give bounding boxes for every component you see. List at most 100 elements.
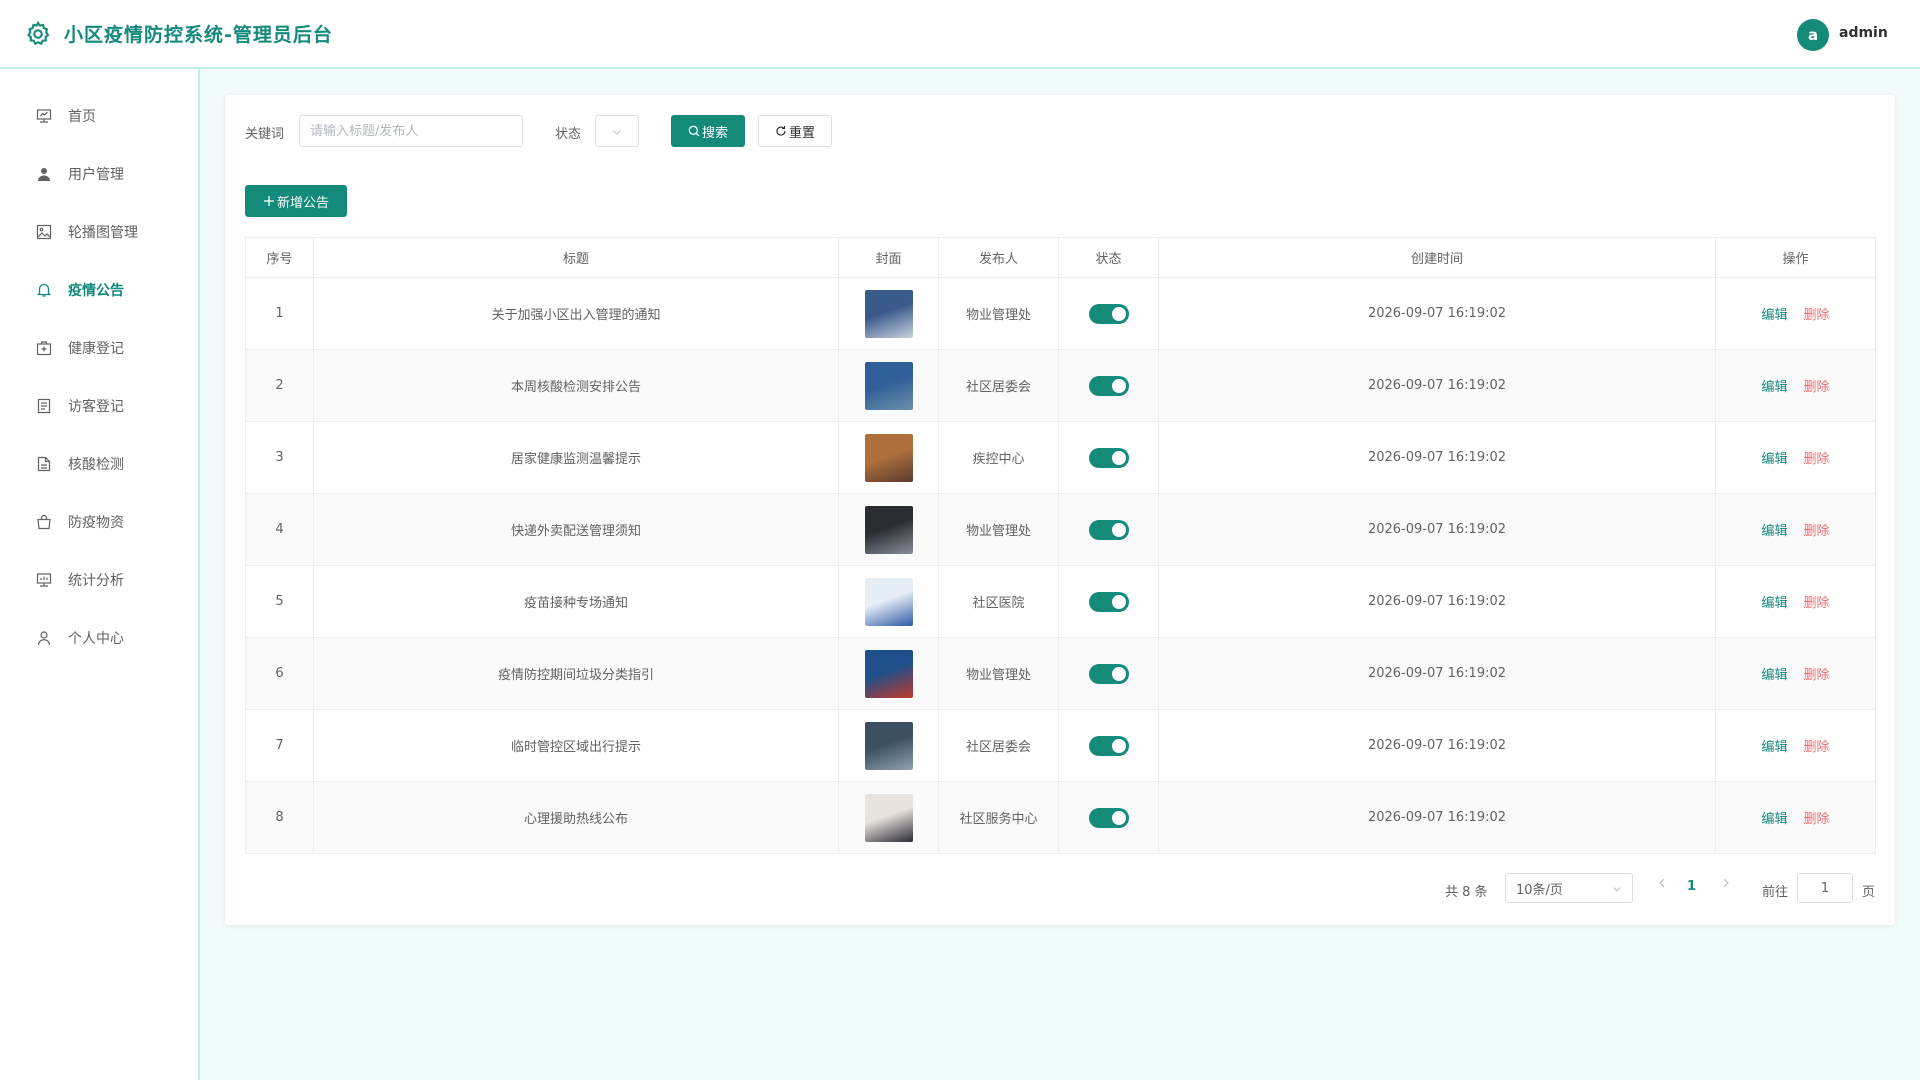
cell-title: 快递外卖配送管理须知: [313, 493, 839, 566]
cell-cover: [838, 565, 939, 638]
edit-button[interactable]: 编辑: [1761, 812, 1787, 827]
search-icon: [688, 125, 700, 137]
sidebar-item-nucleic-test[interactable]: 核酸检测: [0, 435, 198, 493]
document-icon: [37, 456, 51, 472]
next-page-button[interactable]: [1717, 877, 1735, 899]
column-header-index: 序号: [245, 237, 314, 278]
edit-button[interactable]: 编辑: [1761, 452, 1787, 467]
cover-hotline[interactable]: [864, 793, 913, 842]
reset-button[interactable]: 重置: [758, 115, 832, 147]
sidebar-item-supplies[interactable]: 防疫物资: [0, 493, 198, 551]
edit-button[interactable]: 编辑: [1761, 596, 1787, 611]
image-icon: [36, 224, 52, 240]
delete-button[interactable]: 删除: [1804, 308, 1830, 323]
cell-cover: [838, 277, 939, 350]
cover-entrance-checkpoint[interactable]: [864, 289, 913, 338]
search-button[interactable]: 搜索: [671, 115, 745, 147]
status-select[interactable]: [595, 115, 639, 147]
cover-control-area[interactable]: [864, 721, 913, 770]
document-list-icon: [37, 398, 51, 414]
status-toggle[interactable]: [1088, 807, 1129, 828]
cell-title: 本周核酸检测安排公告: [313, 349, 839, 422]
cell-created: 2026-09-07 16:19:02: [1158, 493, 1716, 566]
delete-button[interactable]: 删除: [1804, 380, 1830, 395]
cell-created: 2026-09-07 16:19:02: [1158, 421, 1716, 494]
sidebar-item-carousel[interactable]: 轮播图管理: [0, 203, 198, 261]
status-toggle[interactable]: [1088, 303, 1129, 324]
sidebar-item-notices[interactable]: 疫情公告: [0, 261, 198, 319]
keyword-search-input[interactable]: [299, 115, 523, 147]
cover-waste-bins[interactable]: [864, 649, 913, 698]
delete-button[interactable]: 删除: [1804, 452, 1830, 467]
cell-actions: 编辑 删除: [1715, 565, 1876, 638]
cell-created: 2026-09-07 16:19:02: [1158, 565, 1716, 638]
prev-page-button[interactable]: [1653, 877, 1671, 899]
edit-button[interactable]: 编辑: [1761, 668, 1787, 683]
delete-button[interactable]: 删除: [1804, 668, 1830, 683]
cell-status: [1058, 277, 1159, 350]
sidebar-item-home[interactable]: 首页: [0, 87, 198, 145]
cell-created: 2026-09-07 16:19:02: [1158, 277, 1716, 350]
table-row: 6 疫情防控期间垃圾分类指引 物业管理处 2026-09-07 16:19:02 编辑 删…: [245, 637, 1876, 710]
cover-delivery-shelf[interactable]: [864, 505, 913, 554]
cell-title: 疫情防控期间垃圾分类指引: [313, 637, 839, 710]
cover-vaccination[interactable]: [864, 577, 913, 626]
page-number-current[interactable]: 1: [1687, 879, 1696, 894]
table-row: 2 本周核酸检测安排公告 社区居委会 2026-09-07 16:19:02 编辑 删除: [245, 349, 1876, 422]
column-header-title: 标题: [313, 237, 839, 278]
cell-index: 7: [245, 709, 314, 782]
goto-page-input[interactable]: 1: [1797, 873, 1853, 903]
add-notice-button-label: 新增公告: [276, 195, 329, 211]
status-toggle[interactable]: [1088, 375, 1129, 396]
delete-button[interactable]: 删除: [1804, 524, 1830, 539]
status-toggle[interactable]: [1088, 591, 1129, 612]
delete-button[interactable]: 删除: [1804, 740, 1830, 755]
cell-status: [1058, 493, 1159, 566]
edit-button[interactable]: 编辑: [1761, 380, 1787, 395]
cell-actions: 编辑 删除: [1715, 781, 1876, 854]
status-toggle[interactable]: [1088, 447, 1129, 468]
page-size-select[interactable]: 10条/页: [1505, 873, 1633, 903]
cell-cover: [838, 637, 939, 710]
table-row: 4 快递外卖配送管理须知 物业管理处 2026-09-07 16:19:02 编辑 删除: [245, 493, 1876, 566]
sidebar-item-profile[interactable]: 个人中心: [0, 609, 198, 667]
edit-button[interactable]: 编辑: [1761, 524, 1787, 539]
cell-status: [1058, 421, 1159, 494]
cover-home-temperature[interactable]: [864, 433, 913, 482]
cell-cover: [838, 709, 939, 782]
status-toggle[interactable]: [1088, 735, 1129, 756]
cell-index: 6: [245, 637, 314, 710]
edit-button[interactable]: 编辑: [1761, 740, 1787, 755]
delete-button[interactable]: 删除: [1804, 596, 1830, 611]
edit-button[interactable]: 编辑: [1761, 308, 1787, 323]
cell-publisher: 社区居委会: [938, 349, 1059, 422]
cell-index: 8: [245, 781, 314, 854]
sidebar-item-users[interactable]: 用户管理: [0, 145, 198, 203]
cell-actions: 编辑 删除: [1715, 349, 1876, 422]
sidebar-item-health[interactable]: 健康登记: [0, 319, 198, 377]
plus-icon: [263, 196, 274, 206]
add-notice-button[interactable]: 新增公告: [245, 185, 347, 217]
pagination-total: 共 8 条: [1445, 885, 1488, 900]
cover-testing-queue[interactable]: [864, 361, 913, 410]
sidebar-item-statistics[interactable]: 统计分析: [0, 551, 198, 609]
status-toggle[interactable]: [1088, 519, 1129, 540]
cell-cover: [838, 349, 939, 422]
avatar[interactable]: a: [1797, 19, 1829, 51]
delete-button[interactable]: 删除: [1804, 812, 1830, 827]
username[interactable]: admin: [1839, 25, 1888, 41]
cell-title: 关于加强小区出入管理的通知: [313, 277, 839, 350]
cell-actions: 编辑 删除: [1715, 277, 1876, 350]
user-icon: [38, 168, 50, 181]
cell-publisher: 社区医院: [938, 565, 1059, 638]
chevron-down-icon: [613, 130, 621, 135]
search-button-label: 搜索: [701, 125, 728, 141]
cell-cover: [838, 493, 939, 566]
cell-status: [1058, 709, 1159, 782]
cell-created: 2026-09-07 16:19:02: [1158, 637, 1716, 710]
status-toggle[interactable]: [1088, 663, 1129, 684]
cell-created: 2026-09-07 16:19:02: [1158, 709, 1716, 782]
page-suffix-label: 页: [1862, 885, 1876, 900]
cell-title: 疫苗接种专场通知: [313, 565, 839, 638]
sidebar-item-visitors[interactable]: 访客登记: [0, 377, 198, 435]
